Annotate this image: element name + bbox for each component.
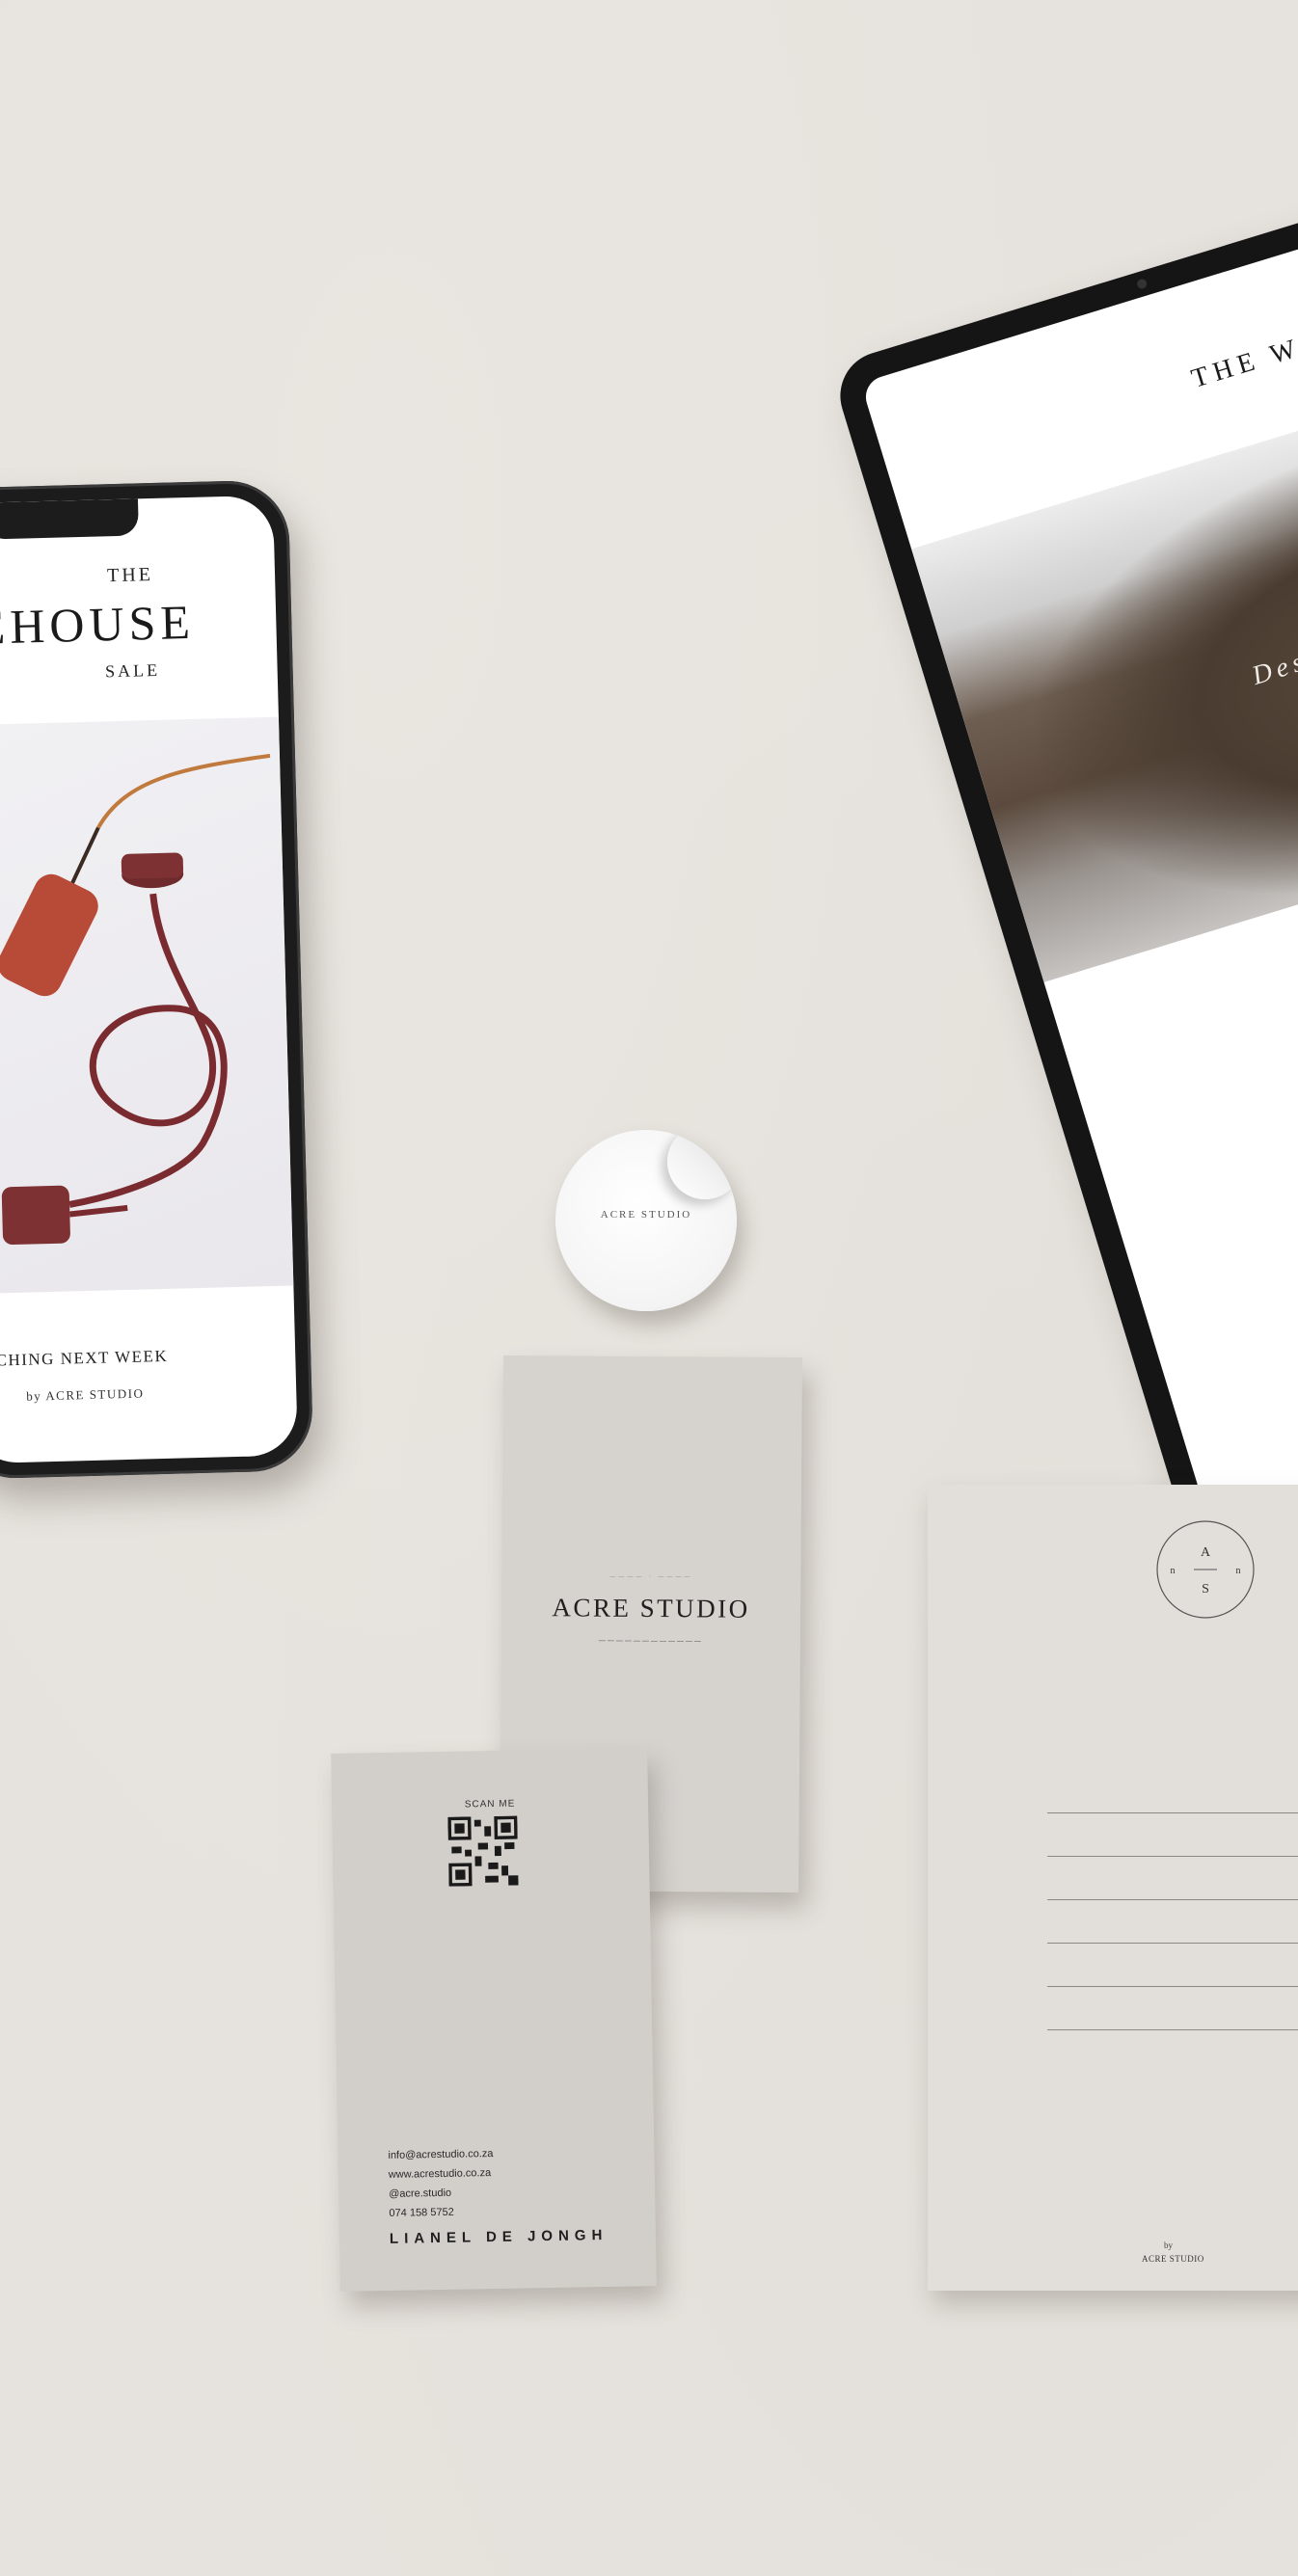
tablet-screen: THE WO Design w [860,144,1298,1534]
phone-notch [0,498,139,540]
address-line [1047,1856,1298,1857]
card-handle: @acre.studio [389,2187,452,2200]
phone-title-sale: SALE [104,659,161,682]
address-line [1047,1899,1298,1900]
tablet-title: THE WO [1188,325,1298,394]
address-line [1047,2029,1298,2030]
card-website: www.acrestudio.co.za [388,2167,492,2181]
pendant-lamp-photo [0,716,294,1295]
stationery-mockup-scene: THE WO Design w THE REHOUSE SALE [0,0,1298,2576]
postcard-studio: ACRE STUDIO [1142,2254,1204,2264]
woven-hat-photo [911,309,1298,982]
address-line [1047,1943,1298,1944]
monogram-right: n [1236,1566,1241,1576]
tablet-device: THE WO Design w [829,112,1298,1566]
phone-title-the: THE [106,563,154,587]
card-person-name: LIANEL DE JONGH [389,2226,608,2247]
card-email: info@acrestudio.co.za [388,2148,494,2161]
phone-title-main: REHOUSE [0,594,196,656]
monogram-bottom: S [1202,1582,1209,1597]
monogram-seal-icon: A S n n [1156,1520,1255,1619]
postcard-by: by [1164,2241,1173,2250]
phone-byline: by ACRE STUDIO [26,1385,145,1404]
pendant-lamp-illustration [0,753,271,1246]
sticker-text: ACRE STUDIO [600,1209,692,1221]
monogram-top: A [1201,1545,1211,1560]
phone-device: THE REHOUSE SALE AUNCHING NEXT WEEK by A… [0,479,314,1480]
card-phone: 074 158 5752 [389,2206,454,2219]
tablet-camera [1135,278,1149,290]
qr-code-icon [447,1815,519,1887]
card-front-studio-name: ACRE STUDIO [552,1593,750,1623]
round-sticker: ACRE STUDIO [555,1130,737,1311]
postcard: A S n n by ACRE STUDIO [928,1485,1298,2291]
card-front-ornament: ———— · ———— [609,1573,693,1581]
address-line [1047,1986,1298,1987]
phone-launch-text: AUNCHING NEXT WEEK [0,1346,169,1371]
sticker-peel-corner [667,1130,737,1199]
card-front-subtitle-line: ———————————— [598,1637,703,1646]
business-card-back: SCAN ME info@acrestudio.co.za www.acrest… [331,1748,657,2292]
card-back-scan-label: SCAN ME [464,1798,516,1811]
monogram-left: n [1171,1566,1176,1576]
phone-screen: THE REHOUSE SALE AUNCHING NEXT WEEK by A… [0,495,298,1464]
card-back-contact-block: info@acrestudio.co.za www.acrestudio.co.… [388,2144,494,2223]
address-line [1047,1812,1298,1813]
